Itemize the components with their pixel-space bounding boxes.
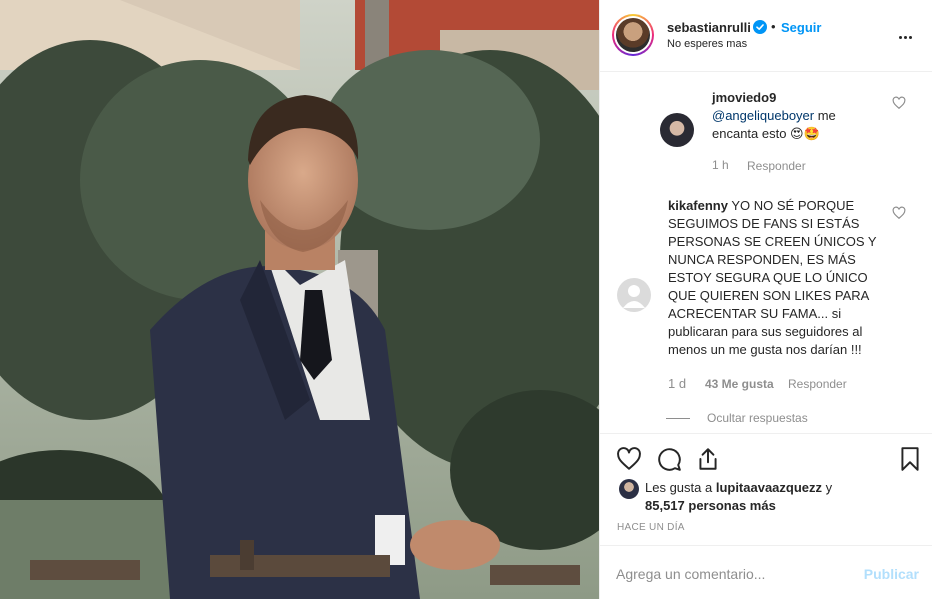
comment-like-heart-icon[interactable]	[892, 206, 906, 220]
comment-time[interactable]: 1 h	[712, 158, 729, 172]
comment-body: jmoviedo9 @angeliqueboyer me encanta est…	[712, 89, 902, 143]
replies-divider-line	[666, 418, 690, 419]
liker-username[interactable]: lupitaavaazquezz	[716, 480, 822, 495]
save-bookmark-icon[interactable]	[897, 446, 923, 472]
post-location[interactable]: No esperes mas	[667, 38, 747, 50]
likes-suffix[interactable]: personas más	[685, 498, 775, 513]
likes-prefix: Les gusta a	[645, 480, 716, 495]
likes-summary: Les gusta a lupitaavaazquezz y 85,517 pe…	[645, 479, 905, 515]
comment-text-line: encanta esto 😍🤩	[712, 126, 820, 141]
comment-time[interactable]: 1 d	[668, 376, 686, 391]
comment-text-line: SEGUIMOS DE FANS SI ESTÁS	[668, 216, 860, 231]
comment-text-line: ESTOY SEGURA QUE LO ÚNICO	[668, 270, 868, 285]
comment-text-line: NUNCA RESPONDEN, ES MÁS	[668, 252, 856, 267]
likes-count[interactable]: 85,517	[645, 498, 685, 513]
post-side-panel: sebastianrulli • Seguir No esperes mas j…	[599, 0, 932, 599]
comment-text-line: YO NO SÉ PORQUE	[727, 198, 855, 213]
header-separator: •	[771, 19, 776, 34]
author-username[interactable]: sebastianrulli	[667, 20, 751, 35]
comment-like-heart-icon[interactable]	[892, 96, 906, 110]
comment-username[interactable]: kikafenny	[668, 198, 728, 213]
post-actions-bar	[600, 433, 932, 483]
comment-text-line: QUE QUIEREN SON LIKES PARA	[668, 288, 870, 303]
more-options-icon[interactable]	[899, 26, 919, 42]
comment-reply-button[interactable]: Responder	[747, 159, 806, 173]
verified-badge-icon	[753, 20, 767, 34]
comment-like-count[interactable]: 43 Me gusta	[705, 377, 774, 391]
comment-text-line: menos un me gusta nos darían !!!	[668, 342, 862, 357]
liker-avatar[interactable]	[619, 479, 639, 499]
post-timestamp[interactable]: HACE UN DÍA	[617, 522, 685, 533]
comment-avatar[interactable]	[617, 278, 651, 312]
comment-avatar[interactable]	[660, 113, 694, 147]
comment-text-line: PERSONAS SE CREEN ÚNICOS Y	[668, 234, 877, 249]
follow-button[interactable]: Seguir	[781, 20, 821, 35]
add-comment-bar: Publicar	[600, 545, 932, 599]
comment-body: kikafenny YO NO SÉ PORQUE SEGUIMOS DE FA…	[668, 197, 888, 359]
comment-mention[interactable]: @angeliqueboyer	[712, 108, 814, 123]
like-heart-icon[interactable]	[616, 446, 642, 472]
likes-conjunction: y	[822, 480, 833, 495]
post-photo[interactable]	[0, 0, 599, 599]
author-avatar[interactable]	[612, 14, 654, 56]
comment-username[interactable]: jmoviedo9	[712, 90, 776, 105]
comment-input[interactable]	[616, 564, 846, 584]
post-comment-button[interactable]: Publicar	[864, 566, 919, 582]
comment-text: me	[814, 108, 836, 123]
comment-reply-button[interactable]: Responder	[788, 377, 847, 391]
comments-list[interactable]: jmoviedo9 @angeliqueboyer me encanta est…	[600, 73, 932, 433]
hide-replies-button[interactable]: Ocultar respuestas	[707, 411, 808, 425]
post-image	[0, 0, 599, 599]
share-icon[interactable]	[695, 446, 721, 472]
comment-text-line: publicaran para sus seguidores al	[668, 324, 863, 339]
post-header: sebastianrulli • Seguir No esperes mas	[600, 0, 932, 72]
comment-bubble-icon[interactable]	[656, 446, 682, 472]
comment-text-line: ACRECENTAR SU FAMA... si	[668, 306, 842, 321]
